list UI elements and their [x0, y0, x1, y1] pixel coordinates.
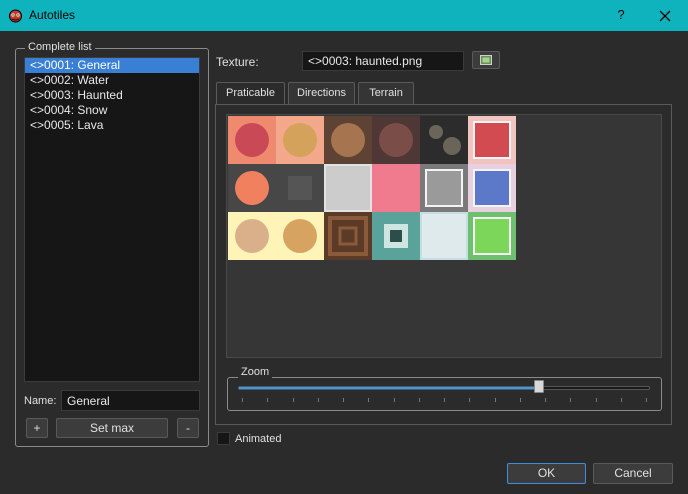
autotile-texture-tile: [324, 212, 372, 260]
folder-image-icon: [480, 55, 492, 65]
animated-label: Animated: [235, 433, 282, 445]
complete-list-title: Complete list: [25, 41, 95, 53]
animated-checkbox[interactable]: [217, 432, 230, 445]
autotile-texture-tile: [276, 212, 324, 260]
close-icon[interactable]: [652, 3, 678, 29]
title-bar: Autotiles ?: [0, 0, 688, 31]
zoom-tick: [620, 398, 622, 402]
autotile-texture-tile: [372, 116, 420, 164]
zoom-tick: [570, 398, 572, 402]
zoom-tick: [494, 398, 496, 402]
zoom-tick: [418, 398, 420, 402]
autotile-texture-tile: [468, 164, 516, 212]
tab-directions[interactable]: Directions: [288, 82, 355, 104]
ok-button[interactable]: OK: [507, 463, 586, 484]
zoom-tick: [444, 398, 445, 402]
autotiles-list[interactable]: <>0001: General <>0002: Water <>0003: Haun…: [24, 57, 200, 382]
autotile-texture-tile: [324, 116, 372, 164]
zoom-group: [227, 377, 662, 411]
remove-button[interactable]: -: [177, 418, 199, 438]
zoom-tick: [242, 398, 243, 402]
list-item[interactable]: <>0003: Haunted: [25, 88, 199, 103]
autotile-texture-tile: [228, 212, 276, 260]
tab-terrain[interactable]: Terrain: [358, 82, 414, 104]
help-button[interactable]: ?: [612, 6, 630, 24]
zoom-tick: [317, 398, 319, 402]
zoom-slider-fill: [239, 387, 539, 389]
autotile-texture-tile: [468, 212, 516, 260]
autotile-texture-tile: [228, 116, 276, 164]
zoom-tick: [469, 398, 471, 402]
zoom-tick: [292, 398, 294, 402]
autotile-texture-tile: [420, 212, 468, 260]
add-button[interactable]: +: [26, 418, 48, 438]
tab-praticable[interactable]: Praticable: [216, 82, 285, 105]
autotile-texture-tile: [468, 116, 516, 164]
autotile-texture-tile: [228, 164, 276, 212]
texture-field: <>0003: haunted.png: [302, 51, 464, 71]
zoom-tick: [343, 398, 344, 402]
texture-browse-button[interactable]: [472, 51, 500, 69]
list-item[interactable]: <>0005: Lava: [25, 118, 199, 133]
autotile-texture-tile: [324, 164, 372, 212]
zoom-tick: [267, 398, 269, 402]
autotile-texture-tile: [276, 164, 324, 212]
set-max-button[interactable]: Set max: [56, 418, 168, 438]
zoom-tick: [595, 398, 597, 402]
zoom-title: Zoom: [238, 366, 273, 378]
autotile-texture-tile: [372, 164, 420, 212]
list-item[interactable]: <>0001: General: [25, 58, 199, 73]
zoom-tick: [545, 398, 546, 402]
tileset-preview[interactable]: [226, 114, 662, 358]
autotile-texture-tile: [276, 116, 324, 164]
list-item[interactable]: <>0004: Snow: [25, 103, 199, 118]
autotile-texture-tile: [420, 116, 468, 164]
zoom-slider-track[interactable]: [238, 386, 650, 390]
zoom-tick: [519, 398, 521, 402]
zoom-tick: [368, 398, 370, 402]
name-field[interactable]: [61, 390, 200, 411]
texture-label: Texture:: [216, 55, 259, 69]
name-label: Name:: [24, 395, 57, 407]
window-title: Autotiles: [29, 8, 76, 22]
app-icon: [9, 9, 22, 23]
list-item[interactable]: <>0002: Water: [25, 73, 199, 88]
zoom-slider-handle[interactable]: [533, 380, 544, 393]
zoom-tick: [393, 398, 395, 402]
zoom-tick: [646, 398, 647, 402]
autotile-texture-tile: [420, 164, 468, 212]
cancel-button[interactable]: Cancel: [593, 463, 673, 484]
autotile-texture-tile: [372, 212, 420, 260]
